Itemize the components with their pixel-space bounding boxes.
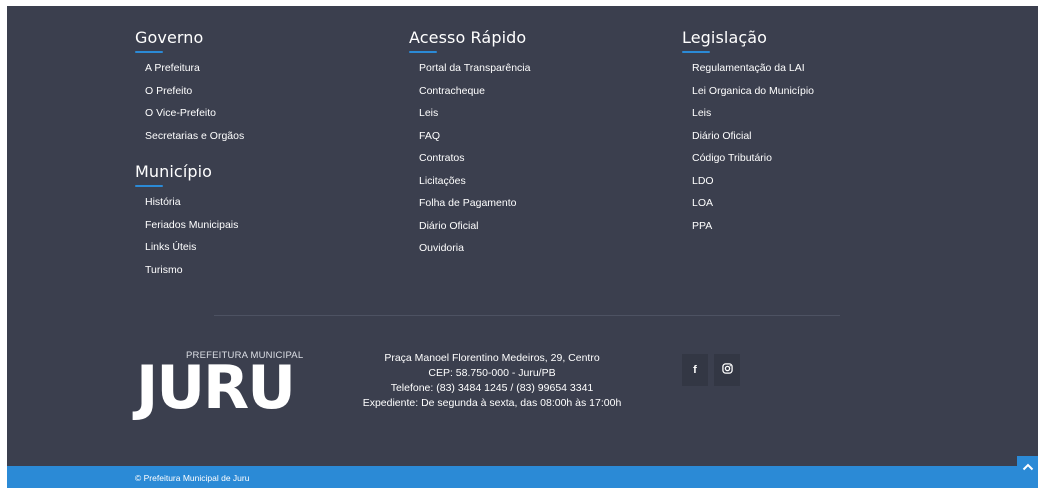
copyright-bar: © Prefeitura Municipal de Juru	[7, 456, 1038, 488]
acesso-link-diario-oficial[interactable]: Diário Oficial	[409, 215, 530, 238]
footer-column-acesso-rapido: Acesso Rápido Portal da Transparência Co…	[409, 28, 530, 260]
footer-column-legislacao: Legislação Regulamentação da LAI Lei Org…	[682, 28, 814, 237]
back-to-top-button[interactable]	[1017, 456, 1038, 478]
municipio-heading-underline	[135, 185, 163, 187]
acesso-link-leis[interactable]: Leis	[409, 102, 530, 125]
chevron-up-icon	[1022, 458, 1034, 476]
legislacao-link-loa[interactable]: LOA	[682, 192, 814, 215]
footer-column-governo-municipio: Governo A Prefeitura O Prefeito O Vice-P…	[135, 28, 244, 281]
governo-link-vice-prefeito[interactable]: O Vice-Prefeito	[135, 102, 244, 125]
governo-heading-underline	[135, 51, 163, 53]
acesso-link-licitacoes[interactable]: Licitações	[409, 170, 530, 193]
footer-divider	[214, 315, 840, 316]
governo-heading: Governo	[135, 28, 204, 47]
acesso-rapido-heading-underline	[409, 51, 437, 53]
acesso-rapido-links: Portal da Transparência Contracheque Lei…	[409, 57, 530, 260]
governo-links: A Prefeitura O Prefeito O Vice-Prefeito …	[135, 57, 244, 147]
governo-link-a-prefeitura[interactable]: A Prefeitura	[135, 57, 244, 80]
acesso-link-portal-transparencia[interactable]: Portal da Transparência	[409, 57, 530, 80]
acesso-link-ouvidoria[interactable]: Ouvidoria	[409, 237, 530, 260]
acesso-rapido-heading: Acesso Rápido	[409, 28, 527, 47]
municipio-heading: Município	[135, 162, 213, 181]
legislacao-links: Regulamentação da LAI Lei Organica do Mu…	[682, 57, 814, 237]
instagram-button[interactable]	[714, 354, 740, 386]
acesso-link-faq[interactable]: FAQ	[409, 125, 530, 148]
municipio-link-turismo[interactable]: Turismo	[135, 259, 244, 282]
municipio-link-historia[interactable]: História	[135, 191, 244, 214]
governo-link-secretarias[interactable]: Secretarias e Orgãos	[135, 125, 244, 148]
juru-logo[interactable]: PREFEITURA MUNICIPAL JURU	[136, 349, 316, 421]
governo-link-o-prefeito[interactable]: O Prefeito	[135, 80, 244, 103]
address-block: Praça Manoel Florentino Medeiros, 29, Ce…	[347, 351, 637, 411]
municipio-link-feriados[interactable]: Feriados Municipais	[135, 214, 244, 237]
legislacao-heading: Legislação	[682, 28, 768, 47]
facebook-icon: f	[693, 364, 697, 376]
address-phone: Telefone: (83) 3484 1245 / (83) 99654 33…	[390, 382, 594, 394]
address-hours: Expediente: De segunda à sexta, das 08:0…	[362, 397, 622, 409]
copyright-text: © Prefeitura Municipal de Juru	[135, 473, 250, 483]
address-street: Praça Manoel Florentino Medeiros, 29, Ce…	[384, 352, 600, 364]
municipio-link-links-uteis[interactable]: Links Úteis	[135, 236, 244, 259]
logo-wordmark: JURU	[136, 353, 296, 423]
site-footer: Governo A Prefeitura O Prefeito O Vice-P…	[7, 6, 1038, 466]
legislacao-link-lai[interactable]: Regulamentação da LAI	[682, 57, 814, 80]
acesso-link-contratos[interactable]: Contratos	[409, 147, 530, 170]
municipio-links: História Feriados Municipais Links Úteis…	[135, 191, 244, 281]
legislacao-link-ppa[interactable]: PPA	[682, 215, 814, 238]
address-cep: CEP: 58.750-000 - Juru/PB	[428, 367, 556, 379]
legislacao-link-leis[interactable]: Leis	[682, 102, 814, 125]
legislacao-link-diario-oficial[interactable]: Diário Oficial	[682, 125, 814, 148]
acesso-link-folha-pagamento[interactable]: Folha de Pagamento	[409, 192, 530, 215]
acesso-link-contracheque[interactable]: Contracheque	[409, 80, 530, 103]
legislacao-link-ldo[interactable]: LDO	[682, 170, 814, 193]
social-links: f	[682, 354, 740, 386]
legislacao-link-lei-organica[interactable]: Lei Organica do Município	[682, 80, 814, 103]
legislacao-link-codigo-tributario[interactable]: Código Tributário	[682, 147, 814, 170]
instagram-icon	[721, 363, 733, 377]
facebook-button[interactable]: f	[682, 354, 708, 386]
legislacao-heading-underline	[682, 51, 710, 53]
